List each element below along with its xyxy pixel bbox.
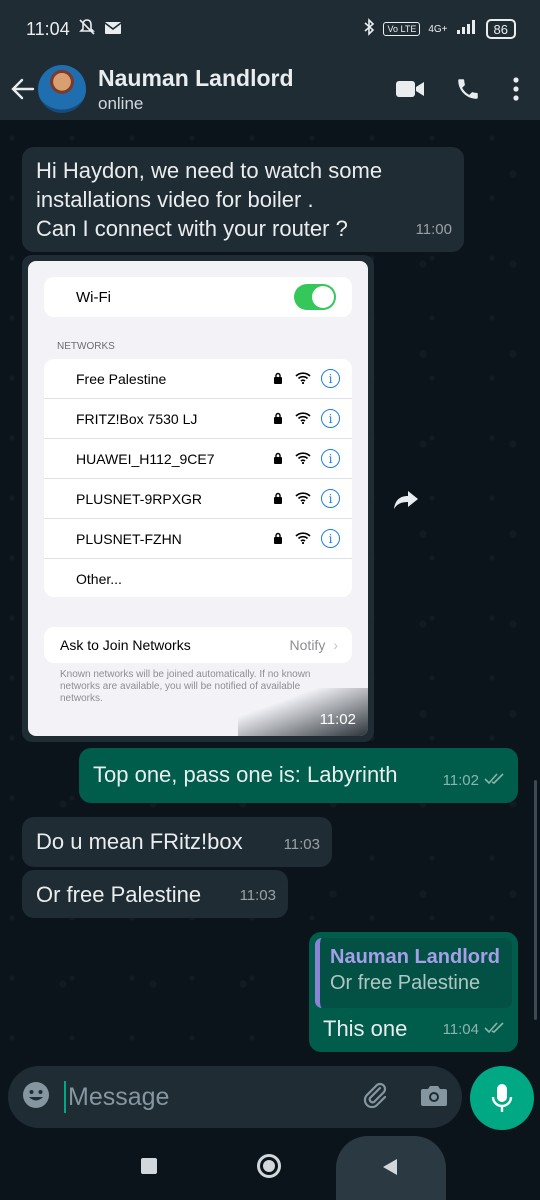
- message-incoming[interactable]: Do u mean FRitz!box 11:03: [22, 817, 332, 867]
- network-name: HUAWEI_H112_9CE7: [76, 450, 215, 467]
- lock-icon: [273, 451, 283, 467]
- network-name: Free Palestine: [76, 370, 167, 387]
- lock-icon: [273, 411, 283, 427]
- forward-icon[interactable]: [384, 478, 428, 522]
- volte-badge: Vo LTE: [383, 22, 421, 36]
- other-label: Other...: [76, 571, 122, 587]
- message-time: 11:00: [415, 221, 452, 238]
- back-arrow-icon[interactable]: [10, 76, 36, 102]
- message-outgoing-reply[interactable]: Nauman Landlord Or free Palestine This o…: [309, 932, 518, 1052]
- message-time: 11:02: [319, 711, 356, 728]
- navigation-bar: [0, 1136, 540, 1200]
- recents-icon[interactable]: [141, 1158, 157, 1174]
- wifi-label: Wi-Fi: [76, 288, 111, 306]
- double-check-icon: [484, 1015, 506, 1044]
- lock-icon: [273, 491, 283, 507]
- ask-to-join-row: Ask to Join Networks Notify ›: [44, 627, 352, 663]
- message-input[interactable]: Message: [64, 1081, 360, 1113]
- avatar[interactable]: [38, 65, 86, 113]
- network-row: PLUSNET-FZHN i: [44, 519, 352, 559]
- wifi-signal-icon: [295, 371, 311, 387]
- network-row: PLUSNET-9RPXGR i: [44, 479, 352, 519]
- chat-header: Nauman Landlord online: [0, 58, 540, 120]
- battery-indicator: 86: [485, 19, 516, 39]
- contact-info[interactable]: Nauman Landlord online: [98, 65, 374, 114]
- message-text: Do u mean FRitz!box: [36, 829, 243, 854]
- networks-heading: NETWORKS: [57, 341, 115, 352]
- message-incoming[interactable]: Or free Palestine 11:03: [22, 870, 288, 918]
- wifi-toggle: [294, 284, 336, 310]
- network-row: Free Palestine i: [44, 359, 352, 399]
- quoted-message[interactable]: Nauman Landlord Or free Palestine: [315, 938, 512, 1008]
- signal-icon: [456, 19, 478, 40]
- emoji-icon[interactable]: [22, 1081, 50, 1114]
- bluetooth-icon: [363, 17, 375, 41]
- camera-icon[interactable]: [420, 1083, 448, 1112]
- networks-list: Free Palestine i FRITZ!Box 7530 LJ i HUA…: [44, 359, 352, 597]
- ask-label: Ask to Join Networks: [60, 637, 191, 653]
- quote-author: Nauman Landlord: [330, 946, 501, 968]
- network-name: FRITZ!Box 7530 LJ: [76, 410, 198, 427]
- contact-name: Nauman Landlord: [98, 64, 294, 91]
- quote-text: Or free Palestine: [330, 972, 481, 994]
- chat-area[interactable]: Hi Haydon, we need to watch some install…: [0, 120, 540, 1060]
- message-time: 11:03: [283, 836, 320, 853]
- back-nav-icon[interactable]: [382, 1158, 398, 1181]
- info-icon: i: [321, 369, 340, 388]
- ask-value: Notify: [289, 637, 326, 653]
- double-check-icon: [484, 766, 506, 795]
- clock: 11:04: [26, 18, 70, 39]
- chevron-right-icon: ›: [333, 637, 338, 653]
- wifi-signal-icon: [295, 451, 311, 467]
- network-row: FRITZ!Box 7530 LJ i: [44, 399, 352, 439]
- message-time: 11:04: [442, 1021, 479, 1038]
- video-call-icon[interactable]: [388, 67, 432, 111]
- home-icon[interactable]: [257, 1154, 281, 1178]
- lock-icon: [273, 371, 283, 387]
- wifi-signal-icon: [295, 491, 311, 507]
- message-meta: 11:04: [443, 1015, 506, 1044]
- message-meta: 11:02: [443, 766, 506, 795]
- contact-status: online: [98, 93, 144, 113]
- message-text: Or free Palestine: [36, 882, 202, 907]
- info-icon: i: [321, 409, 340, 428]
- message-incoming[interactable]: Hi Haydon, we need to watch some install…: [22, 147, 464, 252]
- message-time: 11:02: [442, 772, 479, 789]
- wifi-screenshot[interactable]: Wi-Fi NETWORKS Free Palestine i FRITZ!Bo…: [28, 261, 368, 736]
- attachment-icon[interactable]: [360, 1080, 390, 1115]
- wifi-signal-icon: [295, 411, 311, 427]
- info-icon: i: [321, 489, 340, 508]
- composer: Message: [0, 1060, 540, 1136]
- status-bar: 11:04 Vo LTE 4G+ 86: [0, 0, 540, 58]
- message-time: 11:03: [239, 887, 276, 904]
- wifi-signal-icon: [295, 531, 311, 547]
- phone-call-icon[interactable]: [446, 67, 490, 111]
- network-type: 4G+: [428, 23, 448, 35]
- network-name: PLUSNET-9RPXGR: [76, 490, 203, 507]
- info-icon: i: [321, 529, 340, 548]
- network-row: HUAWEI_H112_9CE7 i: [44, 439, 352, 479]
- scrollbar[interactable]: [534, 780, 537, 1020]
- mail-icon: [104, 19, 122, 40]
- info-icon: i: [321, 449, 340, 468]
- lock-icon: [273, 531, 283, 547]
- message-text: Top one, pass one is: Labyrinth: [93, 762, 398, 787]
- message-text: Hi Haydon, we need to watch some install…: [36, 158, 383, 241]
- message-outgoing[interactable]: Top one, pass one is: Labyrinth 11:02: [79, 748, 518, 803]
- more-options-icon[interactable]: [504, 67, 528, 111]
- microphone-icon[interactable]: [470, 1066, 534, 1130]
- other-network-row: Other...: [44, 559, 352, 599]
- message-input-box[interactable]: Message: [8, 1066, 462, 1128]
- mute-icon: [78, 18, 96, 41]
- wifi-toggle-row: Wi-Fi: [44, 277, 352, 317]
- network-name: PLUSNET-FZHN: [76, 530, 182, 547]
